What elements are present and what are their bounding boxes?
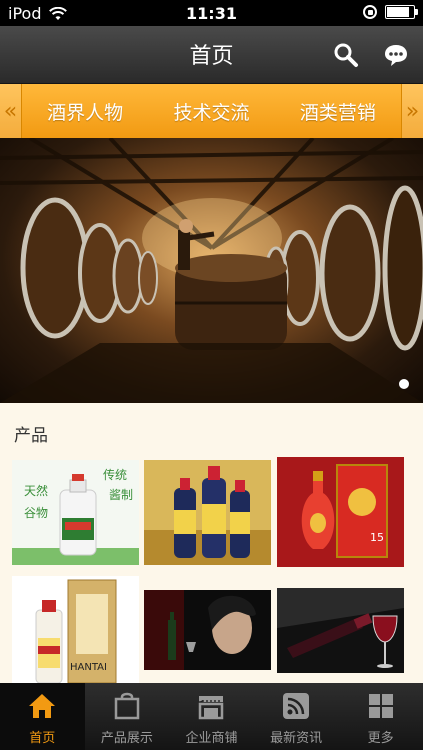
product-text: 15: [370, 531, 384, 544]
bottom-tab-bar: 首页 产品展示 企业商铺 最新资讯 更多: [0, 683, 423, 750]
product-thumbnail[interactable]: 15: [277, 457, 404, 567]
product-text: 传统: [102, 468, 127, 482]
product-image: [144, 460, 271, 565]
rss-icon: [283, 693, 310, 719]
tab-home[interactable]: 首页: [0, 683, 85, 750]
tab-shop[interactable]: 企业商铺: [169, 683, 254, 750]
tab-label: 产品展示: [100, 731, 153, 746]
section-title: 产品: [14, 426, 48, 446]
search-icon[interactable]: [333, 42, 359, 68]
product-text: 天然: [24, 484, 49, 498]
chat-icon[interactable]: [383, 42, 409, 68]
banner-image: [0, 138, 423, 403]
category-item[interactable]: 酒类营销: [300, 98, 376, 125]
products-section: 产品 传统 酱制 天然 谷物 15 HANTAI: [0, 403, 423, 683]
category-bar: « 酒界人物 技术交流 酒类营销 »: [0, 84, 423, 138]
tab-label: 更多: [367, 731, 394, 746]
category-next-button[interactable]: »: [401, 84, 423, 138]
home-icon: [29, 694, 56, 718]
status-right: [363, 5, 418, 19]
status-bar: iPod 11:31: [0, 0, 423, 26]
tab-label: 最新资讯: [270, 731, 323, 746]
product-thumbnail[interactable]: [144, 460, 271, 565]
slide-indicator-active[interactable]: [399, 379, 409, 389]
tab-news[interactable]: 最新资讯: [254, 683, 339, 750]
tab-label: 企业商铺: [185, 731, 238, 746]
category-item[interactable]: 技术交流: [173, 98, 249, 125]
tab-products[interactable]: 产品展示: [85, 683, 170, 750]
app-header: 首页: [0, 26, 423, 84]
category-list: 酒界人物 技术交流 酒类营销: [22, 84, 401, 138]
shopping-bag-icon: [114, 692, 140, 720]
clock: 11:31: [186, 4, 237, 23]
product-text: 谷物: [24, 506, 49, 520]
product-thumbnail[interactable]: 传统 酱制 天然 谷物: [12, 460, 139, 565]
storefront-icon: [199, 696, 224, 720]
product-image: [277, 588, 404, 673]
product-image: [277, 457, 404, 567]
page-title: 首页: [189, 44, 234, 69]
tab-more[interactable]: 更多: [338, 683, 423, 750]
grid-icon: [368, 694, 393, 718]
product-image: [144, 590, 271, 670]
rotation-lock-icon: [363, 5, 377, 19]
category-item[interactable]: 酒界人物: [47, 98, 123, 125]
product-thumbnail[interactable]: [277, 588, 404, 673]
product-text: HANTAI: [70, 662, 107, 673]
banner-slider[interactable]: [0, 138, 423, 403]
category-prev-button[interactable]: «: [0, 84, 22, 138]
product-thumbnail[interactable]: [144, 590, 271, 670]
tab-label: 首页: [29, 731, 56, 746]
product-text: 酱制: [108, 488, 133, 502]
product-thumbnail[interactable]: HANTAI: [12, 576, 139, 683]
battery-icon: [385, 5, 418, 19]
